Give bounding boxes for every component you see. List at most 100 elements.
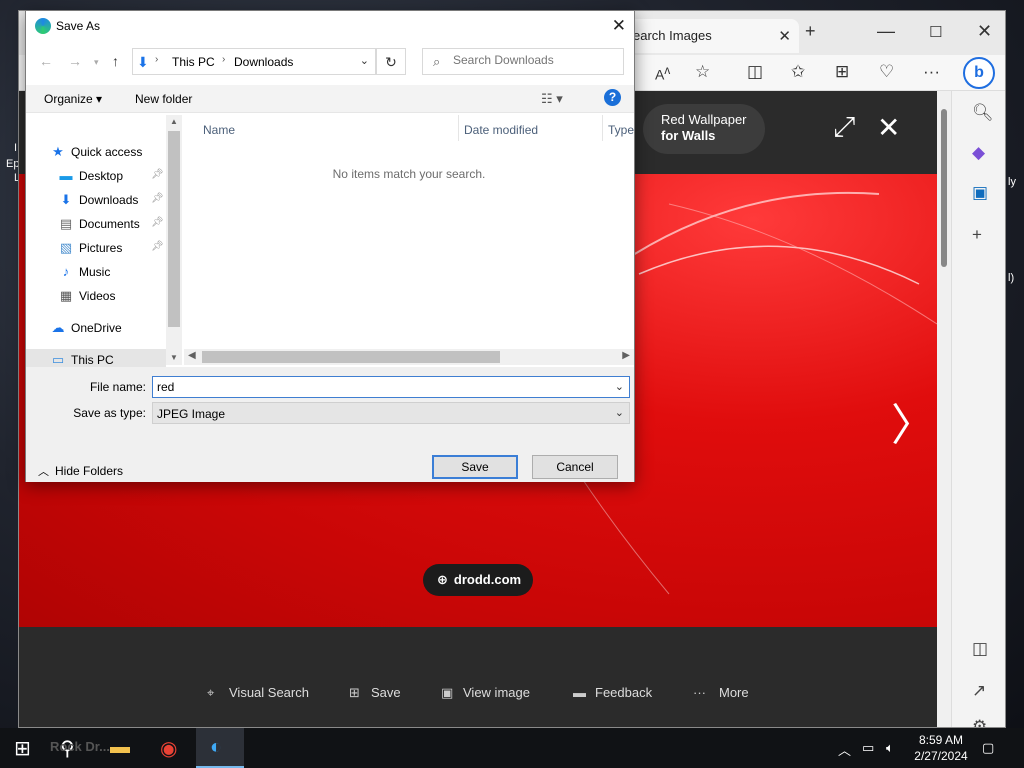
file-list-horizontal-scrollbar[interactable]: ◀ ▶ bbox=[184, 349, 634, 365]
file-name-combobox[interactable]: ⌄ bbox=[152, 376, 630, 398]
back-arrow-icon[interactable]: ← bbox=[39, 53, 53, 69]
browser-tab[interactable]: earch Images ✕ bbox=[619, 19, 799, 53]
close-viewer-icon[interactable]: ✕ bbox=[877, 111, 900, 144]
browser-essentials-icon[interactable]: ♡ bbox=[879, 62, 894, 82]
view-options-icon[interactable]: ☷ ▾ bbox=[541, 91, 563, 107]
outlook-icon[interactable]: ▣ bbox=[972, 183, 988, 203]
window-close-icon[interactable]: ✕ bbox=[977, 21, 992, 42]
pin-icon: 📌︎ bbox=[151, 217, 164, 228]
hide-folders-button[interactable]: ︿ Hide Folders bbox=[38, 463, 123, 479]
nav-label: Videos bbox=[79, 289, 116, 303]
scrollbar-thumb[interactable] bbox=[168, 131, 180, 327]
add-app-icon[interactable]: + bbox=[972, 225, 982, 245]
file-name-label: File name: bbox=[89, 380, 146, 394]
empty-state-message: No items match your search. bbox=[332, 167, 486, 181]
column-header-type[interactable]: Type bbox=[608, 123, 634, 137]
search-input[interactable] bbox=[453, 53, 618, 67]
scroll-left-icon[interactable]: ◀ bbox=[188, 350, 196, 361]
save-image-button[interactable]: ⊞ Save bbox=[349, 685, 401, 701]
nav-label: This PC bbox=[71, 353, 114, 367]
chevron-down-icon[interactable]: ⌄ bbox=[615, 406, 624, 419]
scroll-up-icon[interactable]: ▲ bbox=[170, 117, 178, 126]
forward-arrow-icon[interactable]: → bbox=[68, 53, 82, 69]
copilot-icon[interactable]: ◆ bbox=[972, 143, 985, 163]
windows-start-icon[interactable]: ⊞ bbox=[14, 736, 31, 761]
address-dropdown-icon[interactable]: ⌄ bbox=[360, 54, 369, 67]
videos-icon: ▦ bbox=[59, 288, 73, 303]
address-bar[interactable]: ⬇ › This PC › Downloads ⌄ bbox=[132, 48, 376, 75]
scrollbar-thumb[interactable] bbox=[202, 351, 500, 363]
edge-taskbar-button[interactable]: ◐ bbox=[196, 728, 244, 768]
scroll-right-icon[interactable]: ▶ bbox=[622, 350, 630, 361]
search-icon[interactable]: 🔍︎ bbox=[972, 103, 994, 123]
nav-item-desktop[interactable]: ▬ Desktop 📌︎ bbox=[26, 165, 166, 187]
column-divider[interactable] bbox=[458, 115, 459, 141]
next-image-arrow-icon[interactable]: 〉 bbox=[891, 389, 935, 453]
scroll-down-icon[interactable]: ▼ bbox=[170, 353, 178, 362]
read-aloud-icon[interactable]: Aʌ bbox=[655, 64, 670, 83]
column-divider[interactable] bbox=[602, 115, 603, 141]
favorite-star-icon[interactable]: ☆ bbox=[695, 62, 710, 82]
chevron-up-icon[interactable]: ︿ bbox=[838, 740, 851, 759]
image-source-pill[interactable]: ⊕ drodd.com bbox=[423, 564, 533, 596]
network-icon[interactable]: ▭ bbox=[862, 740, 874, 756]
new-folder-button[interactable]: New folder bbox=[135, 92, 192, 106]
nav-item-documents[interactable]: ▤ Documents 📌︎ bbox=[26, 213, 166, 235]
organize-button[interactable]: Organize ▾ bbox=[44, 92, 102, 106]
collections-icon[interactable]: ⊞ bbox=[835, 62, 849, 82]
image-caption-pill[interactable]: Red Wallpaper for Walls bbox=[643, 104, 765, 154]
favorites-icon[interactable]: ✩ bbox=[791, 62, 805, 82]
nav-item-downloads[interactable]: ⬇ Downloads 📌︎ bbox=[26, 189, 166, 211]
navigation-pane-scrollbar[interactable]: ▲ ▼ bbox=[166, 115, 182, 365]
nav-item-music[interactable]: ♪ Music bbox=[26, 261, 166, 283]
nav-item-quick-access[interactable]: ★ Quick access bbox=[26, 141, 166, 163]
bing-copilot-icon[interactable]: b bbox=[963, 57, 995, 89]
chrome-icon[interactable]: ◉ bbox=[160, 736, 177, 761]
recent-locations-chevron-icon[interactable]: ▾ bbox=[94, 57, 99, 68]
search-icon: ⌕ bbox=[433, 54, 441, 69]
expand-icon[interactable]: ⤢ bbox=[833, 111, 855, 144]
file-explorer-icon[interactable]: ▬ bbox=[110, 736, 130, 759]
column-header-date-modified[interactable]: Date modified bbox=[464, 123, 538, 137]
file-name-input[interactable] bbox=[157, 380, 597, 394]
new-tab-icon[interactable]: + bbox=[805, 21, 816, 42]
search-box[interactable]: ⌕ bbox=[422, 48, 624, 75]
visual-search-button[interactable]: ⌖ Visual Search bbox=[207, 685, 309, 701]
chevron-down-icon[interactable]: ⌄ bbox=[615, 380, 624, 393]
maximize-icon[interactable]: ☐ bbox=[929, 23, 942, 41]
close-tab-icon[interactable]: ✕ bbox=[778, 27, 791, 45]
up-arrow-icon[interactable]: ↑ bbox=[112, 53, 119, 69]
open-external-icon[interactable]: ↗ bbox=[972, 681, 986, 701]
dialog-close-icon[interactable]: ✕ bbox=[612, 16, 626, 36]
more-button[interactable]: ··· More bbox=[693, 685, 749, 700]
nav-item-onedrive[interactable]: ☁ OneDrive bbox=[26, 317, 166, 339]
save-as-type-select[interactable]: JPEG Image ⌄ bbox=[152, 402, 630, 424]
nav-label: Desktop bbox=[79, 169, 124, 183]
nav-item-pictures[interactable]: ▧ Pictures 📌︎ bbox=[26, 237, 166, 259]
view-image-button[interactable]: ▣ View image bbox=[441, 685, 530, 701]
taskbar-clock[interactable]: 8:59 AM 2/27/2024 bbox=[906, 732, 976, 764]
help-icon[interactable]: ? bbox=[604, 89, 621, 106]
save-button[interactable]: Save bbox=[432, 455, 518, 479]
pin-icon: 📌︎ bbox=[151, 169, 164, 180]
settings-gear-icon[interactable]: ⚙ bbox=[972, 717, 987, 727]
volume-muted-icon[interactable]: 🔈︎ bbox=[886, 740, 894, 756]
refresh-icon: ↻ bbox=[385, 54, 397, 70]
notifications-icon[interactable]: ▢ bbox=[982, 740, 994, 756]
cancel-button[interactable]: Cancel bbox=[532, 455, 618, 479]
feedback-button[interactable]: ▬ Feedback bbox=[573, 685, 652, 700]
breadcrumb-this-pc[interactable]: This PC bbox=[172, 55, 215, 69]
faded-taskbar-label: Rock Dr... bbox=[50, 739, 110, 754]
caption-line-2: for Walls bbox=[661, 128, 716, 143]
feedback-label: Feedback bbox=[595, 685, 653, 700]
breadcrumb-downloads[interactable]: Downloads bbox=[234, 55, 293, 69]
page-scrollbar[interactable] bbox=[937, 91, 951, 727]
more-options-icon[interactable]: ··· bbox=[923, 62, 940, 82]
scrollbar-thumb[interactable] bbox=[941, 109, 947, 267]
nav-item-videos[interactable]: ▦ Videos bbox=[26, 285, 166, 307]
refresh-button[interactable]: ↻ bbox=[376, 48, 406, 75]
split-screen-icon[interactable]: ◫ bbox=[747, 62, 763, 82]
column-header-name[interactable]: Name bbox=[203, 123, 235, 137]
sidebar-layout-icon[interactable]: ◫ bbox=[972, 639, 988, 659]
minimize-icon[interactable]: — bbox=[877, 21, 895, 42]
